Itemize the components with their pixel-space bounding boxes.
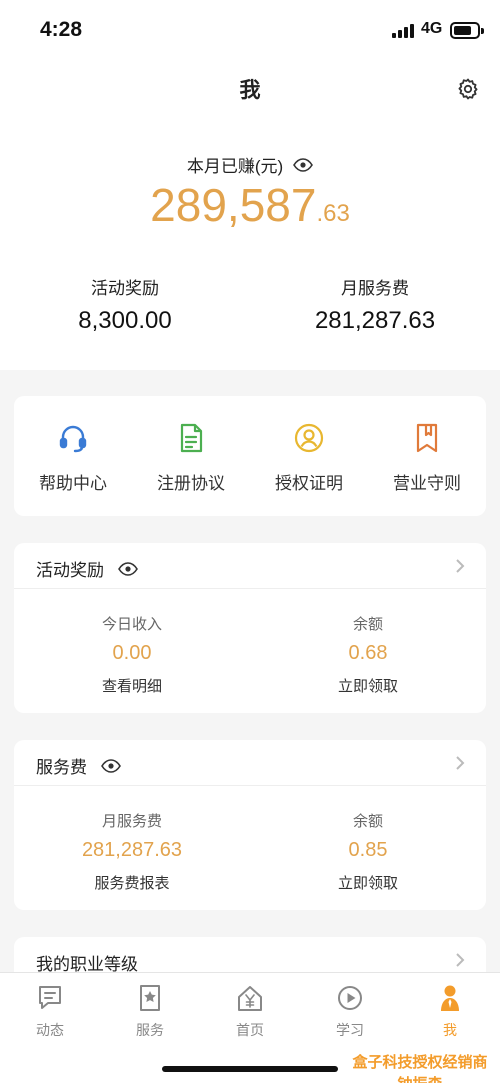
amount-decimal: .63 (316, 200, 350, 227)
column-label: 今日收入 (101, 616, 162, 633)
play-icon (338, 986, 362, 1010)
shortcut-label: 注册协议 (157, 474, 225, 493)
column-value: 0.00 (112, 642, 152, 664)
claim-now-link[interactable]: 立即领取 (250, 872, 486, 893)
star-doc-icon (140, 985, 160, 1011)
column-value: 281,287.63 (81, 839, 183, 861)
activity-reward-card: 活动奖励 今日收入 0.00 查看明细 余额 0.68 立即领取 (14, 543, 486, 713)
shortcut-label: 营业守则 (393, 474, 461, 493)
bookmark-icon (416, 423, 438, 453)
column-value: 0.85 (348, 839, 388, 861)
eye-icon[interactable] (118, 561, 138, 576)
activity-reward-stat[interactable]: 活动奖励 8,300.00 (0, 274, 250, 335)
tab-label: 学习 (336, 1022, 364, 1038)
stat-label: 活动奖励 (91, 279, 159, 298)
shortcut-registration-agreement[interactable]: 注册协议 (132, 396, 250, 516)
tab-label: 我 (443, 1022, 457, 1038)
user-circle-icon (294, 423, 324, 453)
shortcut-help-center[interactable]: 帮助中心 (14, 396, 132, 516)
shortcut-label: 帮助中心 (39, 474, 107, 493)
monthly-earned-amount: 289,587.63 (0, 178, 500, 232)
stat-value: 8,300.00 (78, 307, 172, 334)
stat-value: 281,287.63 (314, 307, 436, 334)
shortcut-business-rules[interactable]: 营业守则 (368, 396, 486, 516)
section-title: 服务费 (36, 758, 87, 777)
column-label: 余额 (352, 813, 383, 830)
column-label: 月服务费 (101, 813, 162, 830)
monthly-earned-label: 本月已赚(元) (186, 157, 284, 176)
section-header[interactable]: 服务费 (14, 740, 486, 786)
tab-me[interactable]: 我 (400, 983, 500, 1040)
chevron-right-icon[interactable] (454, 754, 466, 772)
claim-now-link[interactable]: 立即领取 (250, 675, 486, 696)
person-icon (441, 985, 459, 1011)
tab-feed[interactable]: 动态 (0, 983, 100, 1040)
today-income-column: 今日收入 0.00 查看明细 (14, 613, 250, 696)
page-title: 我 (239, 79, 261, 102)
monthly-service-fee-column: 月服务费 281,287.63 服务费报表 (14, 810, 250, 893)
network-type: 4G (421, 20, 443, 37)
balance-column: 余额 0.68 立即领取 (250, 613, 486, 696)
tab-label: 服务 (136, 1022, 164, 1038)
watermark-line: 盒子科技授权经销商 (352, 1054, 488, 1071)
monthly-service-fee-stat[interactable]: 月服务费 281,287.63 (250, 274, 500, 335)
headset-icon (59, 425, 87, 453)
home-yuan-icon (238, 986, 262, 1011)
service-fee-report-link[interactable]: 服务费报表 (14, 872, 250, 893)
chevron-right-icon[interactable] (454, 951, 466, 969)
column-label: 余额 (352, 616, 383, 633)
stat-label: 月服务费 (341, 279, 409, 298)
tab-label: 首页 (236, 1022, 264, 1038)
battery-icon (450, 22, 484, 39)
gear-icon[interactable] (456, 77, 480, 101)
tab-learn[interactable]: 学习 (300, 983, 400, 1040)
signal-icon (392, 24, 414, 38)
status-bar: 4:28 4G (0, 0, 500, 60)
amount-integer: 289,587 (150, 179, 317, 231)
shortcut-grid: 帮助中心 注册协议 授权证明 营业守则 (14, 396, 486, 516)
eye-icon[interactable] (293, 157, 314, 172)
tab-service[interactable]: 服务 (100, 983, 200, 1040)
watermark-line: 钟振森 (340, 1074, 500, 1083)
column-value: 0.68 (348, 642, 388, 664)
section-title: 活动奖励 (36, 561, 104, 580)
watermark-text: 盒子科技授权经销商 钟振森 (340, 1052, 500, 1083)
view-details-link[interactable]: 查看明细 (14, 675, 250, 696)
chevron-right-icon[interactable] (454, 557, 466, 575)
chat-icon (39, 986, 61, 1009)
home-indicator[interactable] (162, 1066, 338, 1072)
status-time: 4:28 (40, 18, 83, 41)
tab-home[interactable]: 首页 (200, 983, 300, 1040)
tab-label: 动态 (36, 1022, 64, 1038)
earnings-summary: 我 本月已赚(元) 289,587.63 活动奖励 8,300.00 月服务费 … (0, 60, 500, 370)
balance-column: 余额 0.85 立即领取 (250, 810, 486, 893)
document-icon (180, 423, 203, 453)
shortcut-label: 授权证明 (275, 474, 343, 493)
service-fee-card: 服务费 月服务费 281,287.63 服务费报表 余额 0.85 立即领取 (14, 740, 486, 910)
monthly-earned-header: 本月已赚(元) (0, 152, 500, 177)
shortcut-authorization-proof[interactable]: 授权证明 (250, 396, 368, 516)
section-header[interactable]: 活动奖励 (14, 543, 486, 589)
eye-icon[interactable] (101, 758, 121, 773)
